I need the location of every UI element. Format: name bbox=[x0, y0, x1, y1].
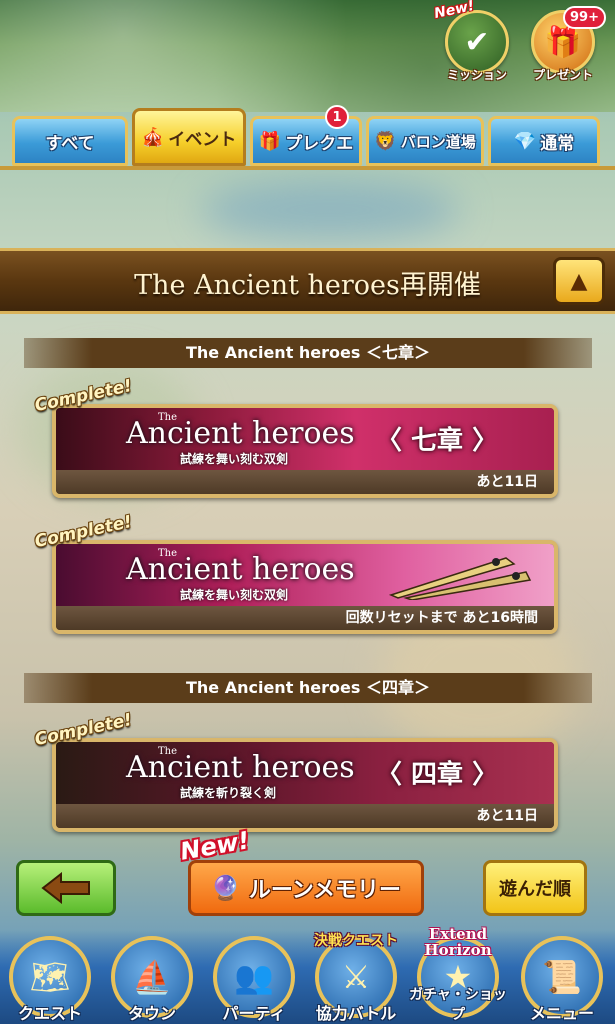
banner-subtitle: 試練を斬り裂く剣 bbox=[180, 786, 277, 800]
extend-horizon-tag: Extend Horizon bbox=[424, 925, 492, 959]
mission-board-icon: ✔ bbox=[445, 10, 509, 74]
mission-button[interactable]: ✔ New! ミッション bbox=[433, 0, 514, 88]
rune-memory-label: ルーンメモリー bbox=[248, 878, 402, 903]
nav-label: パーティ bbox=[222, 1004, 286, 1023]
tab-normal[interactable]: 💎 通常 bbox=[488, 116, 600, 166]
tab-label: すべて bbox=[45, 133, 95, 154]
nav-label: ガチャ・ショップ bbox=[409, 987, 507, 1023]
event-banner[interactable]: The Ancient heroes 試練を斬り裂く剣 〈 四章 〉 あと11日 bbox=[52, 738, 558, 832]
notification-badge: 1 bbox=[325, 105, 349, 129]
left-arrow-icon bbox=[41, 872, 90, 904]
tab-present-quest[interactable]: 🎁 プレクエ 1 bbox=[250, 105, 362, 166]
section-header: The Ancient heroes再開催 ▲ bbox=[0, 248, 615, 314]
nav-gacha-shop[interactable]: ★ Extend Horizon ガチャ・ショップ bbox=[408, 926, 508, 1024]
tab-all[interactable]: すべて bbox=[12, 116, 128, 166]
banner-logo: Ancient heroes bbox=[126, 552, 355, 587]
banner-logo: Ancient heroes bbox=[126, 750, 355, 785]
rune-memory-button[interactable]: 🔮 ルーンメモリー bbox=[188, 860, 424, 916]
tab-label: 通常 bbox=[540, 133, 575, 154]
nav-label: クエスト bbox=[17, 1004, 82, 1023]
banner-reset-timer: 回数リセットまで あと16時間 bbox=[56, 606, 554, 630]
decisive-quest-tag: 決戦クエスト bbox=[314, 933, 398, 949]
mission-label: ミッション bbox=[446, 68, 507, 82]
nav-menu[interactable]: 📜 メニュー bbox=[512, 936, 612, 1024]
chapter-heading: The Ancient heroes ＜七章＞ bbox=[24, 338, 592, 368]
nav-label: メニュー bbox=[529, 1004, 594, 1023]
chapter-heading: The Ancient heroes ＜四章＞ bbox=[24, 673, 592, 703]
bottom-navigation: 🗺 クエスト ⛵ タウン 👥 パーティ ⚔ 決戦クエスト 協力バトル ★ Ext… bbox=[0, 926, 615, 1024]
present-count-badge: 99+ bbox=[563, 6, 606, 29]
triangle-up-icon: ▲ bbox=[570, 268, 588, 294]
event-banner[interactable]: The Ancient heroes 試練を舞い刻む双剣 回数リセットまで あと… bbox=[52, 540, 558, 634]
nav-label: タウン bbox=[127, 1004, 176, 1023]
banner-subtitle: 試練を舞い刻む双剣 bbox=[180, 588, 289, 602]
banner-remaining: あと11日 bbox=[56, 470, 554, 494]
back-button[interactable] bbox=[16, 860, 116, 916]
nav-town[interactable]: ⛵ タウン bbox=[102, 936, 202, 1024]
quest-category-tabs: すべて 🎪 イベント 🎁 プレクエ 1 🦁 バロン道場 💎 通常 bbox=[12, 105, 612, 168]
banner-subtitle: 試練を舞い刻む双剣 bbox=[180, 452, 289, 466]
banner-chapter: 〈 七章 〉 bbox=[376, 426, 499, 456]
rune-crystal-icon: 🔮 bbox=[210, 874, 241, 902]
collapse-button[interactable]: ▲ bbox=[553, 257, 605, 305]
nav-coop-battle[interactable]: ⚔ 決戦クエスト 協力バトル bbox=[306, 933, 406, 1024]
section-title: The Ancient heroes再開催 bbox=[134, 270, 481, 301]
tab-label: プレクエ bbox=[285, 133, 354, 154]
banner-chapter: 〈 四章 〉 bbox=[376, 760, 499, 790]
twin-swords-icon bbox=[388, 557, 532, 600]
present-label: プレゼント bbox=[532, 68, 593, 82]
banner-remaining: あと11日 bbox=[56, 804, 554, 828]
tab-event[interactable]: 🎪 イベント bbox=[132, 108, 246, 166]
sort-played-button[interactable]: 遊んだ順 bbox=[483, 860, 587, 916]
tab-divider bbox=[0, 166, 615, 170]
nav-label: 協力バトル bbox=[315, 1004, 397, 1023]
banner-logo: Ancient heroes bbox=[126, 416, 355, 451]
event-banner[interactable]: The Ancient heroes 試練を舞い刻む双剣 〈 七章 〉 あと11… bbox=[52, 404, 558, 498]
tab-label: イベント bbox=[168, 129, 237, 150]
background-blur bbox=[200, 180, 460, 240]
nav-party[interactable]: 👥 パーティ bbox=[204, 936, 304, 1024]
baron-icon: 🦁 bbox=[374, 130, 397, 152]
top-background bbox=[0, 0, 615, 112]
sort-label: 遊んだ順 bbox=[499, 879, 571, 900]
tab-baron-dojo[interactable]: 🦁 バロン道場 bbox=[366, 116, 484, 166]
present-quest-icon: 🎁 bbox=[258, 130, 282, 152]
tab-label: バロン道場 bbox=[400, 132, 476, 151]
normal-quest-icon: 💎 bbox=[513, 130, 537, 152]
event-icon: 🎪 bbox=[141, 126, 165, 148]
nav-quest[interactable]: 🗺 クエスト bbox=[0, 936, 100, 1024]
present-button[interactable]: 🎁 99+ プレゼント bbox=[526, 6, 606, 88]
